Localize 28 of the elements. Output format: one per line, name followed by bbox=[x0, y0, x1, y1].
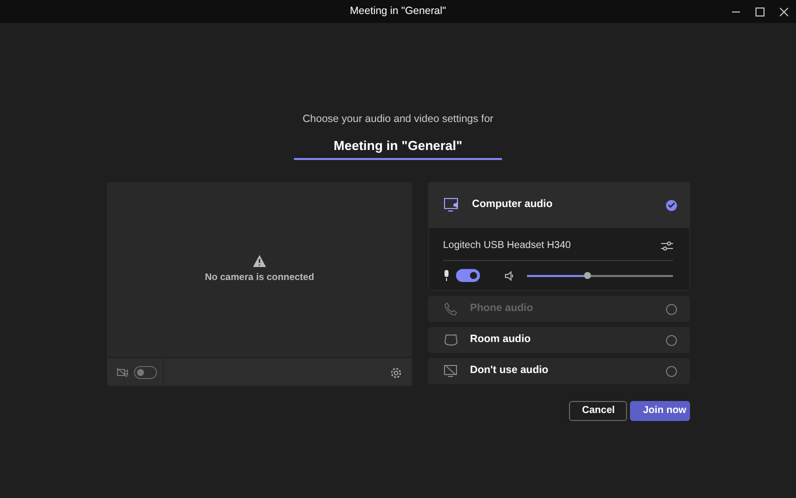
volume-slider[interactable] bbox=[527, 274, 673, 277]
microphone-toggle[interactable] bbox=[456, 269, 480, 282]
phone-icon bbox=[444, 302, 458, 316]
window-title: Meeting in "General" bbox=[350, 4, 446, 19]
audio-option[interactable]: Don't use audio bbox=[428, 358, 690, 384]
prompt-text: Choose your audio and video settings for bbox=[302, 112, 494, 127]
camera-off-icon bbox=[117, 368, 128, 377]
radio-indicator bbox=[666, 304, 677, 315]
speaker-icon bbox=[505, 270, 515, 281]
maximize-icon[interactable] bbox=[755, 6, 765, 16]
warning-icon bbox=[253, 254, 266, 267]
radio-indicator bbox=[666, 366, 677, 377]
camera-message: No camera is connected bbox=[204, 270, 314, 285]
audio-off-icon bbox=[444, 365, 458, 378]
room-device-icon bbox=[444, 334, 458, 346]
join-button[interactable]: Join now bbox=[630, 401, 690, 422]
camera-toggle[interactable] bbox=[134, 366, 157, 379]
close-icon[interactable] bbox=[779, 6, 789, 16]
audio-option[interactable]: Computer audio bbox=[428, 182, 690, 228]
device-settings-icon[interactable] bbox=[661, 240, 673, 251]
radio-indicator bbox=[666, 334, 677, 346]
audio-option[interactable]: Room audio bbox=[428, 327, 690, 354]
computer-audio-icon bbox=[444, 198, 460, 212]
device-name: Logitech USB Headset H340 bbox=[443, 239, 571, 254]
cancel-button[interactable]: Cancel bbox=[569, 401, 627, 422]
microphone-icon bbox=[443, 270, 450, 282]
radio-indicator bbox=[666, 200, 677, 211]
meeting-name-field[interactable]: Meeting in "General" bbox=[294, 134, 502, 160]
